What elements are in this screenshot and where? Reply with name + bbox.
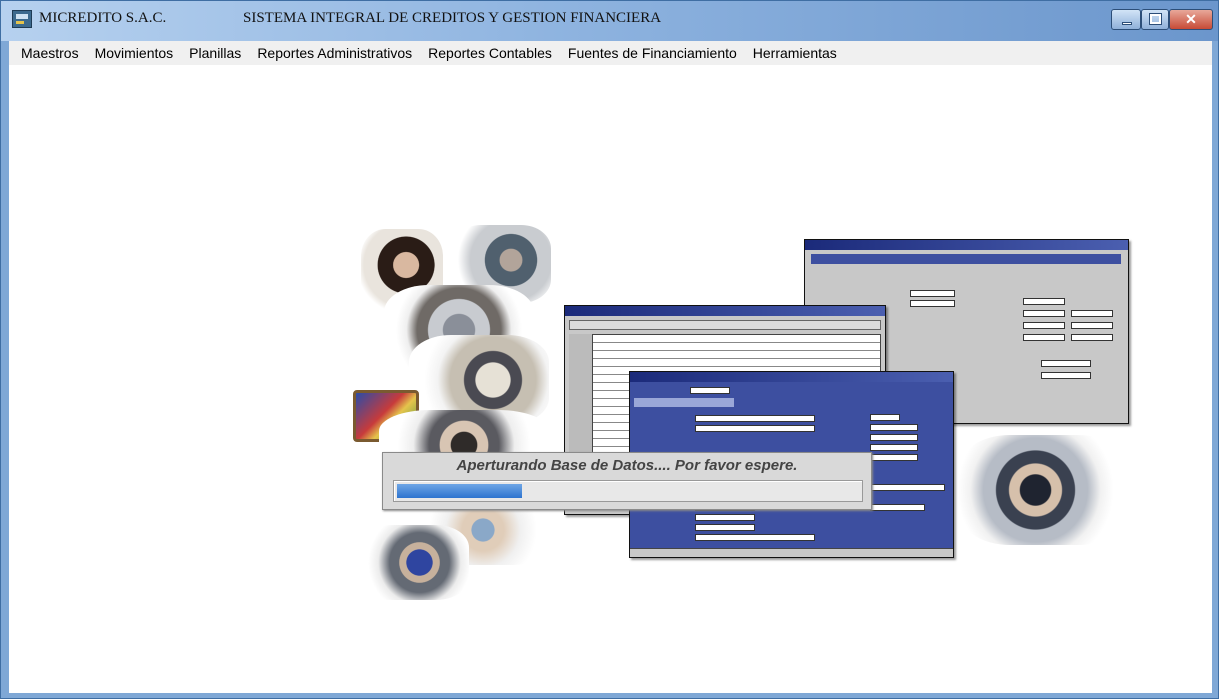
screenshot-field xyxy=(910,290,955,297)
screenshot-field xyxy=(1023,310,1065,317)
menu-reportes-administrativos[interactable]: Reportes Administrativos xyxy=(249,45,420,61)
minimize-icon xyxy=(1122,22,1132,25)
close-button[interactable]: ✕ xyxy=(1169,9,1213,30)
menu-reportes-contables[interactable]: Reportes Contables xyxy=(420,45,560,61)
menu-maestros[interactable]: Maestros xyxy=(13,45,87,61)
mdi-client-area: Aperturando Base de Datos.... Por favor … xyxy=(9,65,1212,693)
screenshot-field xyxy=(870,484,945,491)
screenshot-title-bar xyxy=(565,306,885,316)
progress-bar xyxy=(393,480,863,502)
screenshot-field xyxy=(870,414,900,421)
screenshot-field xyxy=(1023,298,1065,305)
screenshot-field xyxy=(1041,360,1091,367)
screenshot-field xyxy=(695,425,815,432)
photo-man-phone xyxy=(359,525,469,600)
photo-team-computer xyxy=(959,435,1129,545)
screenshot-title-bar xyxy=(630,372,953,382)
screenshot-field xyxy=(1071,322,1113,329)
maximize-icon xyxy=(1149,13,1162,25)
screenshot-field xyxy=(695,534,815,541)
screenshot-field xyxy=(690,387,730,394)
screenshot-field xyxy=(1071,334,1113,341)
screenshot-tabs xyxy=(634,398,734,407)
screenshot-toolbar xyxy=(569,320,881,330)
screenshot-field xyxy=(1023,322,1065,329)
splash-image xyxy=(339,225,1139,600)
main-window: MICREDITO S.A.C. SISTEMA INTEGRAL DE CRE… xyxy=(0,0,1219,699)
screenshot-field xyxy=(695,524,755,531)
screenshot-field xyxy=(870,424,918,431)
screenshot-field xyxy=(870,454,918,461)
screenshot-field xyxy=(695,514,755,521)
screenshot-field xyxy=(870,434,918,441)
screenshot-status-bar xyxy=(630,548,953,557)
screenshot-field xyxy=(870,504,925,511)
screenshot-field xyxy=(910,300,955,307)
company-name: MICREDITO S.A.C. xyxy=(39,10,167,26)
progress-bar-fill xyxy=(397,484,522,498)
screenshot-tabs xyxy=(811,254,1121,264)
loading-dialog: Aperturando Base de Datos.... Por favor … xyxy=(382,452,872,510)
screenshot-field xyxy=(1071,310,1113,317)
minimize-button[interactable] xyxy=(1111,9,1141,30)
menu-herramientas[interactable]: Herramientas xyxy=(745,45,845,61)
menu-movimientos[interactable]: Movimientos xyxy=(87,45,182,61)
maximize-button[interactable] xyxy=(1141,9,1169,30)
screenshot-title-bar xyxy=(805,240,1128,250)
menu-bar: Maestros Movimientos Planillas Reportes … xyxy=(9,41,1212,65)
screenshot-field xyxy=(1023,334,1065,341)
close-icon: ✕ xyxy=(1185,11,1197,27)
screenshot-field xyxy=(870,444,918,451)
screenshot-field xyxy=(1041,372,1091,379)
system-title: SISTEMA INTEGRAL DE CREDITOS Y GESTION F… xyxy=(243,10,662,26)
loading-message: Aperturando Base de Datos.... Por favor … xyxy=(456,457,798,474)
app-window-icon[interactable] xyxy=(12,10,32,28)
title-bar[interactable]: MICREDITO S.A.C. SISTEMA INTEGRAL DE CRE… xyxy=(1,1,1218,41)
screenshot-field xyxy=(695,415,815,422)
menu-fuentes-financiamiento[interactable]: Fuentes de Financiamiento xyxy=(560,45,745,61)
menu-planillas[interactable]: Planillas xyxy=(181,45,249,61)
